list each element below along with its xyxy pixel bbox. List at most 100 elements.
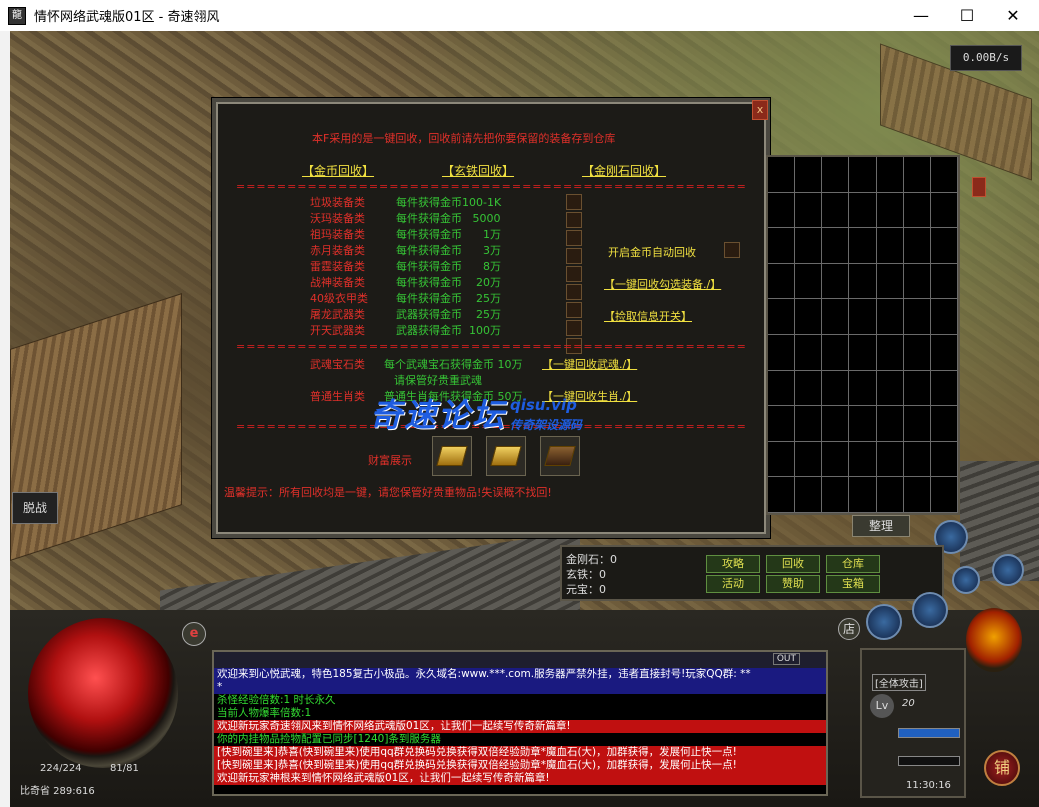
inventory-slot[interactable] [795,299,823,335]
menu-round-icon[interactable] [866,604,902,640]
tab-gold-recycle[interactable]: 【金币回收】 [302,162,374,179]
inventory-slot[interactable] [822,157,850,193]
inventory-slot[interactable] [930,228,958,264]
inventory-slot[interactable] [849,406,877,442]
inventory-slot[interactable] [849,157,877,193]
inventory-slot[interactable] [903,335,931,371]
inventory-slot[interactable] [903,157,931,193]
inventory-slot[interactable] [768,335,796,371]
warehouse-button[interactable]: 仓库 [826,555,880,573]
inventory-slot[interactable] [849,192,877,229]
inventory-slot[interactable] [930,263,958,300]
tab-diamond-recycle[interactable]: 【金刚石回收】 [582,162,666,179]
auto-recycle-checkbox[interactable] [724,242,740,258]
recycle-weapon-gem-button[interactable]: 【一键回收武魂./】 [542,356,637,372]
recycle-checkbox[interactable] [566,302,582,318]
attack-mode[interactable]: [全体攻击] [872,674,926,691]
inventory-slot[interactable] [768,477,796,513]
sound-icon[interactable] [992,554,1024,586]
inventory-slot[interactable] [876,299,904,335]
inventory-slot[interactable] [822,335,850,371]
inventory-slot[interactable] [930,477,958,513]
minimize-button[interactable]: — [898,0,944,31]
activity-button[interactable]: 活动 [706,575,760,593]
inventory-slot[interactable] [876,370,904,407]
inventory-slot[interactable] [903,406,931,442]
inventory-slot[interactable] [876,441,904,478]
inventory-slot[interactable] [795,406,823,442]
inventory-slot[interactable] [795,441,823,478]
inventory-slot[interactable] [849,228,877,264]
inventory-slot[interactable] [849,441,877,478]
sort-button[interactable]: 整理 [852,515,910,537]
skill-round-icon[interactable] [952,566,980,594]
inventory-slot[interactable] [768,157,796,193]
inventory-slot[interactable] [903,228,931,264]
inventory-slot[interactable] [876,228,904,264]
inventory-slot[interactable] [768,370,796,407]
inventory-slot[interactable] [795,370,823,407]
recycle-checkbox[interactable] [566,194,582,210]
inventory-slot[interactable] [822,441,850,478]
inventory-slot[interactable] [930,370,958,407]
maximize-button[interactable]: ☐ [944,0,990,31]
inventory-slot[interactable] [876,263,904,300]
inventory-slot[interactable] [849,299,877,335]
inventory-slot[interactable] [795,192,823,229]
inventory-slot[interactable] [876,406,904,442]
inventory-slot[interactable] [768,263,796,300]
pickup-toggle-button[interactable]: 【捡取信息开关】 [604,308,692,324]
inventory-slot[interactable] [795,157,823,193]
recycle-checkbox[interactable] [566,230,582,246]
inventory-close-icon[interactable] [972,177,986,197]
inventory-slot[interactable] [849,335,877,371]
inventory-slot[interactable] [930,157,958,193]
inventory-slot[interactable] [822,263,850,300]
inventory-slot[interactable] [795,228,823,264]
recycle-checkbox[interactable] [566,284,582,300]
inventory-slot[interactable] [822,299,850,335]
inventory-slot[interactable] [876,335,904,371]
leave-combat-button[interactable]: 脱战 [12,492,58,524]
inventory-slot[interactable] [930,335,958,371]
inventory-slot[interactable] [903,370,931,407]
inventory-slot[interactable] [795,335,823,371]
recycle-checkbox[interactable] [566,320,582,336]
recycle-checkbox[interactable] [566,248,582,264]
chat-window[interactable]: OUT 欢迎来到心悦武魂，特色185复古小极品。永久域名:www.***.com… [212,650,828,796]
chat-out-button[interactable]: OUT [772,653,800,665]
inventory-slot[interactable] [930,406,958,442]
inventory-slot[interactable] [768,228,796,264]
menu-round-icon-2[interactable] [912,592,948,628]
inventory-slot[interactable] [903,299,931,335]
treasure-box-button[interactable]: 宝箱 [826,575,880,593]
gold-bars-icon[interactable] [486,436,526,476]
inventory-slot[interactable] [930,441,958,478]
close-button[interactable]: ✕ [990,0,1036,31]
inventory-slot[interactable] [849,263,877,300]
inventory-slot[interactable] [768,299,796,335]
inventory-slot[interactable] [822,477,850,513]
inventory-slot[interactable] [768,406,796,442]
shop-icon[interactable]: 店 [838,618,860,640]
inventory-slot[interactable] [903,477,931,513]
inventory-slot[interactable] [903,263,931,300]
inventory-slot[interactable] [768,441,796,478]
inventory-slot[interactable] [822,228,850,264]
inventory-slot[interactable] [903,192,931,229]
one-key-select-button[interactable]: 【一键回收勾选装备./】 [604,276,721,292]
treasure-chest-icon[interactable] [540,436,580,476]
panel-close-icon[interactable]: x [752,100,768,120]
tab-iron-recycle[interactable]: 【玄铁回收】 [442,162,514,179]
gold-bar-icon[interactable] [432,436,472,476]
inventory-slot[interactable] [876,477,904,513]
shop-button[interactable]: 铺 [984,750,1020,786]
recycle-button[interactable]: 回收 [766,555,820,573]
inventory-slot[interactable] [930,299,958,335]
e-icon[interactable]: e [182,622,206,646]
guide-button[interactable]: 攻略 [706,555,760,573]
inventory-slot[interactable] [849,370,877,407]
inventory-slot[interactable] [876,157,904,193]
inventory-slot[interactable] [768,192,796,229]
inventory-slot[interactable] [930,192,958,229]
